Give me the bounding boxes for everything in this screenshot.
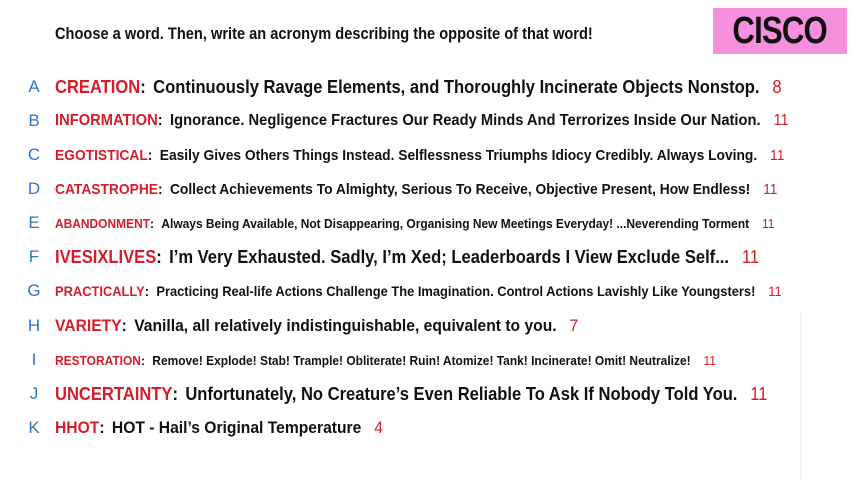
row-line: UNCERTAINTY: Unfortunately, No Creature’s… bbox=[55, 383, 768, 404]
list-item: F IVESIXLIVES: I’m Very Exhausted. Sadly,… bbox=[0, 242, 853, 272]
row-acronym: Easily Gives Others Things Instead. Self… bbox=[159, 146, 758, 164]
row-letter: B bbox=[28, 111, 40, 130]
row-word: HHOT bbox=[55, 418, 100, 437]
row-number: 11 bbox=[768, 283, 782, 299]
row-word: INFORMATION bbox=[55, 112, 158, 129]
list-item: K HHOT: HOT - Hail’s Original Temperature… bbox=[0, 413, 853, 443]
row-number: 11 bbox=[750, 383, 768, 404]
row-acronym: Remove! Explode! Stab! Trample! Oblitera… bbox=[152, 352, 691, 368]
row-line: PRACTICALLY: Practicing Real-life Actions… bbox=[55, 283, 782, 299]
row-letter: I bbox=[31, 350, 37, 369]
row-number: 11 bbox=[773, 112, 789, 129]
row-letter: K bbox=[28, 418, 40, 437]
list-item: B INFORMATION: Ignorance. Negligence Frac… bbox=[0, 106, 853, 136]
row-line: EGOTISTICAL: Easily Gives Others Things I… bbox=[55, 146, 785, 164]
row-number: 8 bbox=[772, 76, 782, 97]
prompt-text: Choose a word. Then, write an acronym de… bbox=[55, 24, 593, 43]
row-letter: E bbox=[28, 213, 40, 232]
row-line: CREATION: Continuously Ravage Elements, a… bbox=[55, 76, 782, 97]
list-item: C EGOTISTICAL: Easily Gives Others Things… bbox=[0, 140, 853, 170]
list-item: J UNCERTAINTY: Unfortunately, No Creature… bbox=[0, 379, 853, 409]
row-acronym: Ignorance. Negligence Fractures Our Read… bbox=[170, 112, 761, 129]
row-acronym: Vanilla, all relatively indistinguishabl… bbox=[134, 316, 557, 335]
row-number: 11 bbox=[763, 180, 778, 198]
row-acronym: Practicing Real-life Actions Challenge T… bbox=[156, 283, 756, 299]
row-line: VARIETY: Vanilla, all relatively indistin… bbox=[55, 316, 579, 335]
row-word: UNCERTAINTY bbox=[55, 383, 173, 404]
row-line: INFORMATION: Ignorance. Negligence Fractu… bbox=[55, 112, 789, 129]
row-line: CATASTROPHE: Collect Achievements To Almi… bbox=[55, 180, 778, 198]
row-letter: G bbox=[27, 281, 41, 300]
row-number: 11 bbox=[761, 215, 775, 231]
list-item: E ABANDONMENT: Always Being Available, No… bbox=[0, 208, 853, 238]
row-letter: A bbox=[28, 77, 40, 96]
row-word: EGOTISTICAL bbox=[55, 146, 148, 164]
badge-label: CISCO bbox=[732, 9, 828, 52]
row-letter: D bbox=[27, 179, 41, 198]
list-item: A CREATION: Continuously Ravage Elements,… bbox=[0, 72, 853, 102]
row-word: PRACTICALLY bbox=[55, 283, 145, 299]
list-item: D CATASTROPHE: Collect Achievements To Al… bbox=[0, 174, 853, 204]
row-word: ABANDONMENT bbox=[55, 215, 151, 231]
row-number: 4 bbox=[374, 418, 383, 437]
row-number: 7 bbox=[569, 316, 579, 335]
row-line: IVESIXLIVES: I’m Very Exhausted. Sadly, I… bbox=[55, 246, 760, 267]
row-acronym: Collect Achievements To Almighty, Seriou… bbox=[169, 180, 751, 198]
row-letter: F bbox=[28, 247, 40, 266]
row-word: IVESIXLIVES bbox=[55, 246, 157, 267]
row-word: RESTORATION bbox=[55, 352, 141, 368]
row-word: CATASTROPHE bbox=[55, 180, 158, 198]
divider-line bbox=[800, 312, 802, 480]
row-letter: J bbox=[29, 384, 39, 403]
row-word: CREATION bbox=[55, 76, 141, 97]
list-item: G PRACTICALLY: Practicing Real-life Actio… bbox=[0, 276, 853, 306]
row-acronym: Continuously Ravage Elements, and Thorou… bbox=[153, 76, 760, 97]
row-letter: H bbox=[27, 316, 41, 335]
row-line: ABANDONMENT: Always Being Available, Not … bbox=[55, 215, 775, 231]
row-acronym: Unfortunately, No Creature’s Even Reliab… bbox=[185, 383, 738, 404]
row-acronym: I’m Very Exhausted. Sadly, I’m Xed; Lead… bbox=[169, 246, 730, 267]
row-number: 11 bbox=[741, 246, 760, 267]
row-word: VARIETY bbox=[55, 316, 122, 335]
row-acronym: HOT - Hail’s Original Temperature bbox=[111, 418, 362, 437]
list-item: H VARIETY: Vanilla, all relatively indist… bbox=[0, 311, 853, 341]
row-line: RESTORATION: Remove! Explode! Stab! Tramp… bbox=[55, 352, 716, 368]
row-letter: C bbox=[27, 145, 41, 164]
row-line: HHOT: HOT - Hail’s Original Temperature 4 bbox=[55, 418, 383, 437]
row-number: 11 bbox=[703, 352, 716, 368]
list-item: I RESTORATION: Remove! Explode! Stab! Tra… bbox=[0, 345, 853, 375]
cisco-badge: CISCO bbox=[713, 8, 847, 54]
row-acronym: Always Being Available, Not Disappearing… bbox=[161, 215, 750, 231]
row-number: 11 bbox=[770, 146, 785, 164]
